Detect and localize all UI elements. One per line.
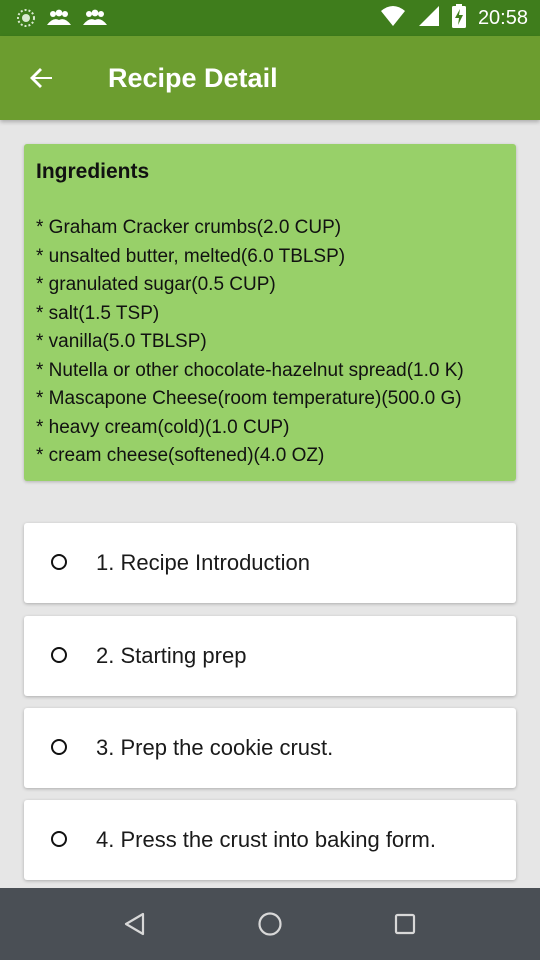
radio-unchecked-icon[interactable] <box>51 647 67 663</box>
ingredient-item: * heavy cream(cold)(1.0 CUP) <box>36 416 290 438</box>
step-label: 1. Recipe Introduction <box>96 550 311 575</box>
people-icon <box>46 8 72 32</box>
step-label: 4. Press the crust into baking form. <box>96 827 436 852</box>
arrow-left-icon <box>22 68 62 102</box>
step-card-2[interactable]: 2. Starting prep <box>24 616 516 696</box>
status-bar-right-icons: 20:58 <box>380 4 528 32</box>
ingredient-item: * cream cheese(softened)(4.0 OZ) <box>36 445 325 466</box>
app-bar: Recipe Detail <box>0 36 540 120</box>
status-bar-left-icons <box>16 8 108 32</box>
ingredients-card: Ingredients * Graham Cracker crumbs(2.0 … <box>24 144 516 481</box>
ingredient-item: * unsalted butter, melted(6.0 TBLSP) <box>36 245 346 267</box>
back-triangle-icon <box>121 912 149 942</box>
recents-square-icon <box>391 913 419 942</box>
people-icon <box>82 8 108 32</box>
ingredient-item: * Mascapone Cheese(room temperature)(500… <box>36 388 462 409</box>
step-card-3[interactable]: 3. Prep the cookie crust. <box>24 708 516 788</box>
step-card-4[interactable]: 4. Press the crust into baking form. <box>24 800 516 880</box>
ingredients-title: Ingredients <box>36 160 150 183</box>
battery-charging-icon <box>451 4 466 32</box>
ingredient-item: * vanilla(5.0 TBLSP) <box>36 331 207 352</box>
status-bar: 20:58 <box>0 0 540 36</box>
ingredient-item: * Nutella or other chocolate-hazelnut sp… <box>36 359 464 381</box>
system-nav-bar <box>0 888 540 960</box>
wifi-icon <box>380 5 406 31</box>
radio-unchecked-icon[interactable] <box>51 554 67 570</box>
back-button[interactable] <box>22 58 62 98</box>
ingredient-item: * granulated sugar(0.5 CUP) <box>36 274 276 295</box>
radio-unchecked-icon[interactable] <box>51 831 67 847</box>
step-card-1[interactable]: 1. Recipe Introduction <box>24 523 516 603</box>
nav-back-button[interactable] <box>121 910 149 938</box>
home-circle-icon <box>256 912 284 942</box>
status-bar-time: 20:58 <box>477 7 528 29</box>
ingredient-item: * salt(1.5 TSP) <box>36 302 160 324</box>
sync-icon <box>16 8 36 32</box>
signal-icon <box>418 5 440 31</box>
page-title: Recipe Detail <box>108 63 278 93</box>
ingredients-list: * Graham Cracker crumbs(2.0 CUP) * unsal… <box>36 214 464 471</box>
step-label: 3. Prep the cookie crust. <box>96 735 334 760</box>
nav-home-button[interactable] <box>256 910 284 938</box>
step-label: 2. Starting prep <box>96 643 247 668</box>
radio-unchecked-icon[interactable] <box>51 739 67 755</box>
nav-recents-button[interactable] <box>391 910 419 938</box>
ingredient-item: * Graham Cracker crumbs(2.0 CUP) <box>36 217 342 238</box>
